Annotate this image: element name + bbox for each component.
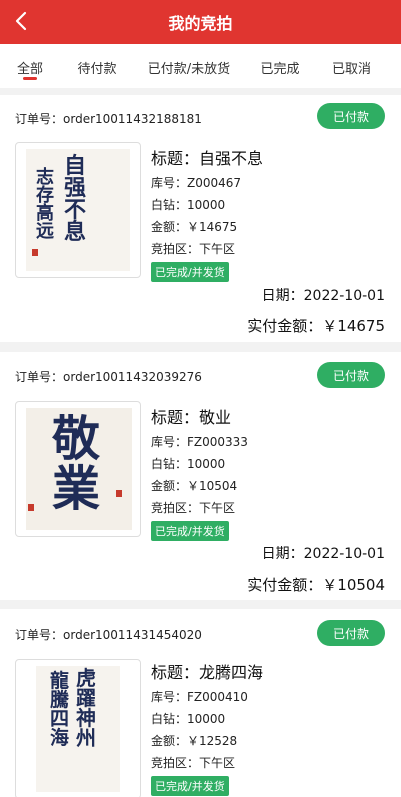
auction-area: 竞拍区：下午区 — [151, 756, 236, 770]
stock-number: 库号：FZ000410 — [151, 690, 248, 704]
auction-area: 竞拍区：下午区 — [151, 501, 236, 515]
tab-paid-not-shipped[interactable]: 已付款/未放货 — [134, 44, 244, 88]
tab-label: 已完成 — [260, 62, 300, 77]
order-number: 订单号：order10011432039276 — [15, 368, 202, 385]
paid-amount: 实付金额：￥10504 — [247, 576, 385, 594]
artwork-thumbnail[interactable]: 虎躍神州 龍騰四海 — [15, 659, 141, 797]
white-drill: 白钻：10000 — [151, 198, 226, 212]
order-status-tag: 已完成/并发货 — [151, 776, 229, 796]
calligraphy-paper: 敬業 — [26, 408, 132, 530]
calligraphy-main-left: 龍騰四海 — [50, 670, 70, 749]
order-number: 订单号：order10011431454020 — [15, 626, 202, 643]
tab-all[interactable]: 全部 — [0, 44, 60, 88]
tab-cancelled[interactable]: 已取消 — [316, 44, 401, 88]
tab-label: 全部 — [16, 62, 43, 77]
active-tab-indicator — [23, 77, 37, 80]
artwork-thumbnail[interactable]: 敬業 — [15, 401, 141, 537]
calligraphy-main-right: 自强不息 — [64, 153, 87, 245]
white-drill: 白钻：10000 — [151, 712, 226, 726]
app-header: 我的竞拍 — [0, 0, 401, 44]
artwork-title: 标题：自强不息 — [151, 149, 264, 168]
stock-number: 库号：Z000467 — [151, 176, 242, 190]
artwork-title: 标题：敬业 — [151, 408, 232, 427]
calligraphy-main: 敬業 — [52, 411, 101, 518]
order-card[interactable]: 订单号：order10011432039276 已付款 敬業 标题：敬业 库号：… — [0, 352, 401, 600]
amount: 金额：￥10504 — [151, 479, 238, 493]
seal-stamp — [28, 504, 34, 511]
order-status-tag: 已完成/并发货 — [151, 521, 229, 541]
tab-completed[interactable]: 已完成 — [244, 44, 316, 88]
order-info: 标题：自强不息 库号：Z000467 白钻：10000 金额：￥14675 竞拍… — [151, 145, 263, 282]
order-number-value: order10011432188181 — [63, 112, 202, 126]
amount: 金额：￥14675 — [151, 220, 238, 234]
order-number-value: order10011432039276 — [63, 370, 202, 384]
page-title: 我的竞拍 — [168, 14, 233, 33]
order-number-label: 订单号： — [15, 112, 64, 126]
order-date: 日期：2022-10-01 — [261, 288, 385, 304]
white-drill: 白钻：10000 — [151, 457, 226, 471]
status-tabs: 全部 待付款 已付款/未放货 已完成 已取消 — [0, 44, 401, 88]
back-button[interactable] — [10, 10, 32, 32]
seal-stamp — [116, 490, 122, 497]
paid-amount: 实付金额：￥14675 — [247, 317, 385, 335]
paid-badge: 已付款 — [317, 362, 385, 388]
order-card[interactable]: 订单号：order10011431454020 已付款 虎躍神州 龍騰四海 标题… — [0, 609, 401, 797]
order-info: 标题：敬业 库号：FZ000333 白钻：10000 金额：￥10504 竞拍区… — [151, 404, 248, 541]
paid-badge: 已付款 — [317, 620, 385, 646]
order-status-tag: 已完成/并发货 — [151, 262, 229, 282]
calligraphy-paper: 虎躍神州 龍騰四海 — [36, 666, 120, 792]
order-number-label: 订单号： — [15, 628, 64, 642]
seal-stamp — [32, 249, 38, 256]
order-number-label: 订单号： — [15, 370, 64, 384]
auction-area: 竞拍区：下午区 — [151, 242, 236, 256]
amount: 金额：￥12528 — [151, 734, 238, 748]
tab-label: 已取消 — [332, 62, 372, 77]
tab-pending-payment[interactable]: 待付款 — [60, 44, 134, 88]
calligraphy-main-left: 志存高远 — [36, 167, 54, 242]
order-number: 订单号：order10011432188181 — [15, 110, 202, 127]
artwork-title: 标题：龙腾四海 — [151, 663, 264, 682]
order-number-value: order10011431454020 — [63, 628, 202, 642]
tab-label: 待付款 — [77, 62, 117, 77]
order-info: 标题：龙腾四海 库号：FZ000410 白钻：10000 金额：￥12528 竞… — [151, 659, 263, 796]
chevron-left-icon — [15, 11, 27, 31]
order-card[interactable]: 订单号：order10011432188181 已付款 自强不息 志存高远 标题… — [0, 95, 401, 342]
calligraphy-main-right: 虎躍神州 — [76, 666, 96, 750]
artwork-thumbnail[interactable]: 自强不息 志存高远 — [15, 142, 141, 278]
order-date: 日期：2022-10-01 — [261, 546, 385, 562]
tab-label: 已付款/未放货 — [147, 62, 231, 77]
paid-badge: 已付款 — [317, 103, 385, 129]
calligraphy-paper: 自强不息 志存高远 — [26, 149, 130, 271]
stock-number: 库号：FZ000333 — [151, 435, 248, 449]
